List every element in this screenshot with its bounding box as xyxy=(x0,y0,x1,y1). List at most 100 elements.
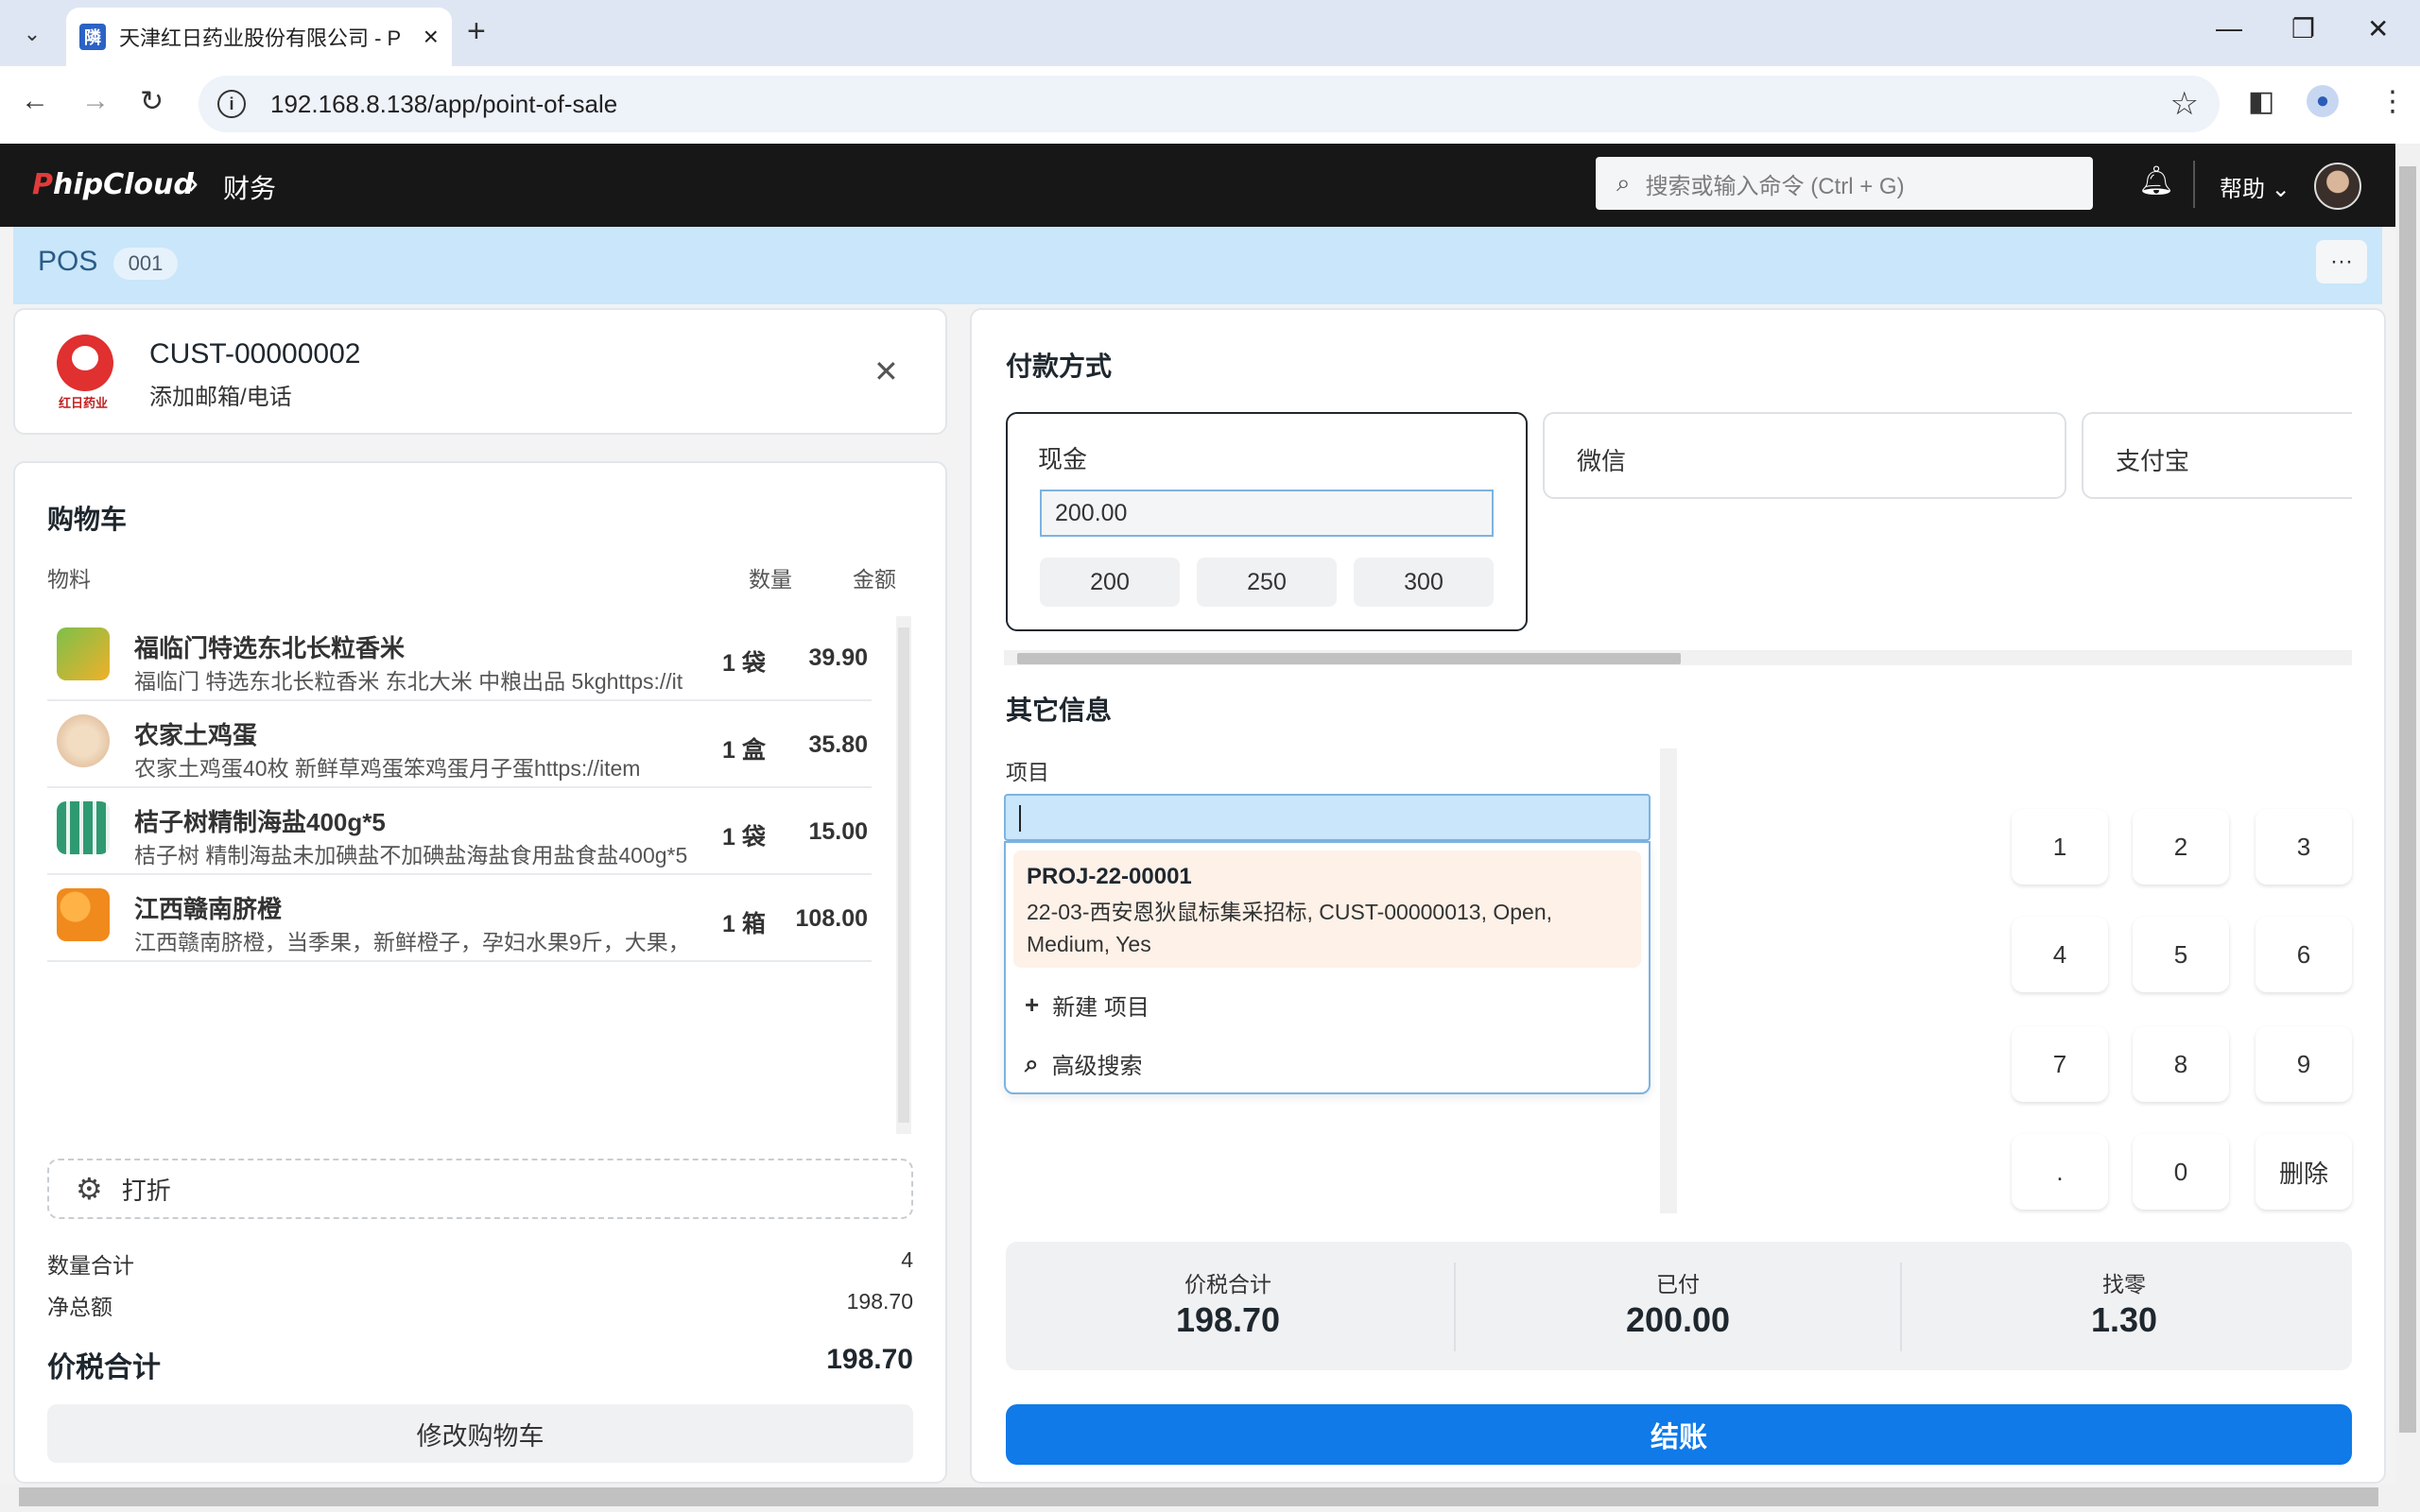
remove-customer-icon[interactable]: ✕ xyxy=(873,353,899,389)
customer-logo xyxy=(57,335,113,391)
item-qty: 1 袋 xyxy=(722,824,766,850)
new-tab-icon[interactable]: + xyxy=(467,13,486,50)
item-description: 桔子树 精制海盐未加碘盐不加碘盐海盐食用盐食盐400g*5 xyxy=(134,843,688,868)
item-name: 江西赣南脐橙 xyxy=(134,895,283,923)
cart-scroll-thumb[interactable] xyxy=(898,627,909,1123)
col-item-header: 物料 xyxy=(47,567,91,592)
minimize-icon[interactable]: — xyxy=(2216,13,2242,43)
breadcrumb[interactable]: 财务 xyxy=(223,168,276,206)
item-amount: 39.90 xyxy=(808,644,868,671)
payment-method-wechat[interactable]: 微信 xyxy=(1543,412,2066,499)
url-text[interactable]: 192.168.8.138/app/point-of-sale xyxy=(270,90,617,119)
notification-bell-icon[interactable]: 🔔︎ xyxy=(2138,164,2174,198)
advanced-search-option[interactable]: ⌕ 高级搜索 xyxy=(1025,1047,1143,1080)
total-qty-value: 4 xyxy=(901,1247,913,1272)
numpad-key-7[interactable]: 7 xyxy=(2012,1026,2108,1102)
global-search-input[interactable]: ⌕ 搜索或输入命令 (Ctrl + G) xyxy=(1596,157,2093,210)
numpad-key-1[interactable]: 1 xyxy=(2012,809,2108,885)
item-qty: 1 袋 xyxy=(722,650,766,677)
item-amount: 35.80 xyxy=(808,731,868,758)
numpad-key-8[interactable]: 8 xyxy=(2133,1026,2229,1102)
payment-totals: 价税合计 198.70 已付 200.00 找零 1.30 xyxy=(1006,1242,2352,1370)
col-amount-header: 金额 xyxy=(853,567,896,592)
checkout-button[interactable]: 结账 xyxy=(1006,1404,2352,1465)
restore-icon[interactable]: ❐ xyxy=(2291,13,2315,44)
numpad-key-dot[interactable]: . xyxy=(2012,1134,2108,1210)
edit-cart-button[interactable]: 修改购物车 xyxy=(47,1404,913,1463)
item-description: 福临门 特选东北长粒香米 东北大米 中粮出品 5kghttps://it xyxy=(134,669,683,694)
cart-item-row[interactable]: 江西赣南脐橙 江西赣南脐橙，当季果，新鲜橙子，孕妇水果9斤，大果， 1 箱 10… xyxy=(47,875,872,962)
side-panel-icon[interactable]: ◧ xyxy=(2248,85,2274,118)
item-amount: 108.00 xyxy=(795,905,868,932)
option-description: 22-03-西安恩狄鼠标集采招标, CUST-00000013, Open, M… xyxy=(1027,900,1553,956)
page-horizontal-scroll-thumb[interactable] xyxy=(19,1487,2378,1506)
app-logo[interactable]: PhipCloud xyxy=(32,168,194,201)
alipay-label: 支付宝 xyxy=(2116,447,2190,475)
reload-icon[interactable]: ↻ xyxy=(140,85,164,118)
create-new-project-option[interactable]: + 新建 项目 xyxy=(1025,988,1150,1022)
payment-methods-scroll-thumb[interactable] xyxy=(1017,653,1681,664)
quick-amount-button[interactable]: 200 xyxy=(1040,558,1180,607)
tab-close-icon[interactable]: × xyxy=(424,22,439,52)
page-title: POS xyxy=(38,246,98,277)
item-name: 农家土鸡蛋 xyxy=(134,721,258,749)
cart-title: 购物车 xyxy=(47,505,128,534)
advanced-search-label: 高级搜索 xyxy=(1051,1054,1143,1079)
totals-grand: 价税合计 198.70 xyxy=(1006,1242,1450,1370)
cart-item-row[interactable]: 农家土鸡蛋 农家土鸡蛋40枚 新鲜草鸡蛋笨鸡蛋月子蛋https://item 1… xyxy=(47,701,872,788)
browser-menu-icon[interactable]: ⋮ xyxy=(2378,85,2407,118)
numpad-key-6[interactable]: 6 xyxy=(2256,917,2352,992)
net-total-value: 198.70 xyxy=(846,1289,913,1314)
numpad-key-5[interactable]: 5 xyxy=(2133,917,2229,992)
customer-contact-hint[interactable]: 添加邮箱/电话 xyxy=(149,378,292,411)
cash-amount-input[interactable]: 200.00 xyxy=(1040,490,1494,537)
grand-total-label: 价税合计 xyxy=(47,1352,161,1383)
avatar[interactable] xyxy=(2314,163,2361,210)
plus-icon: + xyxy=(1025,990,1040,1019)
site-info-icon[interactable]: i xyxy=(217,90,246,118)
numpad-key-4[interactable]: 4 xyxy=(2012,917,2108,992)
cash-label: 现金 xyxy=(1038,445,1088,473)
quick-amount-button[interactable]: 250 xyxy=(1197,558,1337,607)
search-icon: ⌕ xyxy=(1616,168,1631,197)
chevron-down-icon: ⌄ xyxy=(2271,177,2290,202)
cart-item-row[interactable]: 桔子树精制海盐400g*5 桔子树 精制海盐未加碘盐不加碘盐海盐食用盐食盐400… xyxy=(47,788,872,875)
numpad-key-3[interactable]: 3 xyxy=(2256,809,2352,885)
discount-button[interactable]: ⚙︎ 打折 xyxy=(47,1159,913,1219)
numpad-key-0[interactable]: 0 xyxy=(2133,1134,2229,1210)
payment-method-alipay[interactable]: 支付宝 xyxy=(2082,412,2352,499)
item-qty: 1 箱 xyxy=(722,911,766,937)
dropdown-option[interactable]: PROJ-22-00001 22-03-西安恩狄鼠标集采招标, CUST-000… xyxy=(1013,850,1641,968)
customer-card[interactable] xyxy=(13,308,947,435)
cart-item-row[interactable]: 福临门特选东北长粒香米 福临门 特选东北长粒香米 东北大米 中粮出品 5kght… xyxy=(47,614,872,701)
form-scrollbar[interactable] xyxy=(1660,748,1677,1213)
numpad-key-2[interactable]: 2 xyxy=(2133,809,2229,885)
totals-change: 找零 1.30 xyxy=(1902,1242,2346,1370)
close-window-icon[interactable]: ✕ xyxy=(2367,13,2389,44)
payment-title: 付款方式 xyxy=(1006,352,1113,381)
help-dropdown[interactable]: 帮助 ⌄ xyxy=(2220,170,2290,203)
bookmark-star-icon[interactable]: ☆ xyxy=(2170,85,2199,123)
forward-icon[interactable]: → xyxy=(81,85,110,117)
more-options-button[interactable]: ··· xyxy=(2316,240,2367,284)
profile-icon[interactable]: ● xyxy=(2307,85,2339,117)
grand-total-summary-label: 价税合计 xyxy=(1184,1272,1271,1297)
item-thumbnail xyxy=(57,714,110,767)
chevron-right-icon: › xyxy=(187,163,199,201)
discount-label: 打折 xyxy=(121,1176,171,1205)
tab-search-icon[interactable]: ⌄ xyxy=(13,15,51,53)
item-thumbnail xyxy=(57,801,110,854)
numpad-key-9[interactable]: 9 xyxy=(2256,1026,2352,1102)
navbar-divider xyxy=(2193,161,2195,208)
page-vertical-scroll-thumb[interactable] xyxy=(2399,166,2416,1433)
omnibox[interactable]: i 192.168.8.138/app/point-of-sale ☆ xyxy=(199,76,2220,132)
numpad-key-delete[interactable]: 删除 xyxy=(2256,1134,2352,1210)
back-icon[interactable]: ← xyxy=(21,85,49,117)
item-description: 江西赣南脐橙，当季果，新鲜橙子，孕妇水果9斤，大果， xyxy=(134,930,690,954)
browser-tab[interactable]: 隣 天津红日药业股份有限公司 - P × xyxy=(66,8,452,66)
item-thumbnail xyxy=(57,627,110,680)
quick-amount-button[interactable]: 300 xyxy=(1354,558,1494,607)
favicon-icon: 隣 xyxy=(79,24,106,50)
project-input[interactable] xyxy=(1004,794,1651,841)
item-thumbnail xyxy=(57,888,110,941)
